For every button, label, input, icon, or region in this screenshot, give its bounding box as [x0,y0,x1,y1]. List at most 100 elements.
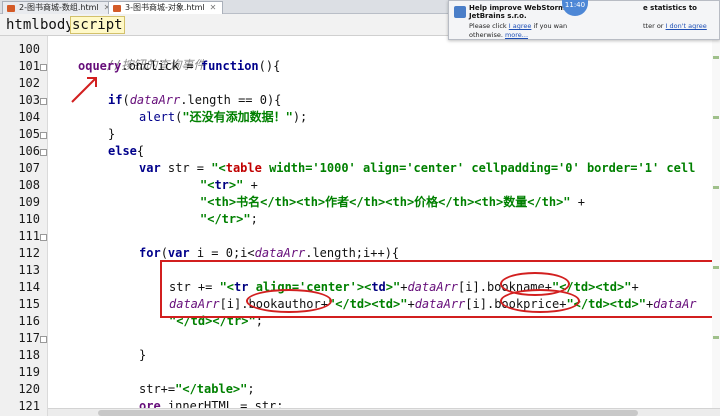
line-number: 103 [18,93,40,107]
highlight-oval-bookauthor [246,289,332,313]
highlight-box-annotation [160,260,720,318]
line-number: 101 [18,59,40,73]
notification-text-right-pre: tter or [643,22,664,30]
line-number: 115 [18,297,40,311]
code-text: { [136,144,145,158]
code-text: ( [122,93,130,107]
line-number: 109 [18,195,40,209]
string-literal: width='1000' align='center' cellpadding=… [261,161,696,175]
fold-toggle-icon[interactable] [40,336,47,343]
variable: dataArr [254,246,306,260]
code-text: .length;i++){ [305,246,400,260]
line-number: 116 [18,314,40,328]
fold-toggle-icon[interactable] [40,234,47,241]
code-text: .length == 0){ [180,93,282,107]
code-text: str+= [139,382,176,396]
string-literal: "< [200,178,215,192]
string-literal: "<th>书名</th><th>作者</th><th>价格</th><th>数量… [200,195,571,209]
string-literal: "</tr>" [200,212,251,226]
html-file-icon [113,5,121,12]
code-line-118: } [139,347,146,363]
code-line-105: } [108,126,115,142]
string-literal: "</table>" [175,382,248,396]
code-text: str = [160,161,212,175]
stripe-mark[interactable] [713,266,719,269]
line-number: 102 [18,76,40,90]
line-number: 104 [18,110,40,124]
code-line-104: alert("还没有添加数据！"); [139,109,307,125]
notification-text-right: tter or I don't agree [643,22,707,30]
fold-toggle-icon[interactable] [40,98,47,105]
variable: dataArr [129,93,181,107]
stripe-mark[interactable] [713,116,719,119]
code-editor[interactable]: 100 101 102 103 104 105 106 107 108 109 … [0,36,720,416]
line-number: 119 [18,365,40,379]
line-number: 106 [18,144,40,158]
scrollbar-thumb[interactable] [98,410,638,416]
code-line-106: else{ [108,143,144,159]
notification-title-right: e statistics to [643,4,697,12]
code-line-107: var str = "<table width='1000' align='ce… [139,160,695,176]
keyword: var [167,246,190,260]
stripe-mark[interactable] [713,186,719,189]
string-literal: >" [228,178,244,192]
fold-toggle-icon[interactable] [40,64,47,71]
html-file-icon [7,5,15,12]
code-line-108: "<tr>" + [200,177,258,193]
code-text: ; [247,382,255,396]
line-number: 105 [18,127,40,141]
stripe-mark[interactable] [713,56,719,59]
tab-object-html[interactable]: 3-图书商城-对象.html ✕ [108,1,224,14]
line-number: 118 [18,348,40,362]
code-text: ); [292,110,308,124]
line-number: 112 [18,246,40,260]
code-line-109: "<th>书名</th><th>作者</th><th>价格</th><th>数量… [200,194,585,210]
keyword: var [139,161,161,175]
more-link[interactable]: more... [505,31,528,39]
dont-agree-link[interactable]: I don't agree [666,22,707,30]
breadcrumb-html[interactable]: html [4,16,42,34]
line-number: 121 [18,399,40,413]
agree-link[interactable]: I agree [509,22,532,30]
string-literal: "还没有添加数据！" [182,110,293,124]
line-number: 114 [18,280,40,294]
webstorm-icon [454,6,466,18]
html-tag: table [225,161,262,175]
code-line-110: "</tr>"; [200,211,258,227]
tab-array-html[interactable]: 2-图书商城-数组.html ✕ [2,1,118,14]
stripe-mark[interactable] [713,336,719,339]
horizontal-scrollbar[interactable] [48,408,720,416]
keyword: if [108,93,123,107]
notification-text-end: otherwise. more... [469,31,528,39]
code-text: ( [160,246,168,260]
error-stripe [712,36,720,408]
notification-text-pre: Please click [469,22,507,30]
code-text: + [243,178,258,192]
highlight-oval-bookprice [500,289,580,313]
line-number: 100 [18,42,40,56]
notification-text-mid: if you wan [533,22,568,30]
close-icon[interactable]: ✕ [210,3,217,12]
code-line-112: for(var i = 0;i<dataArr.length;i++){ [139,245,399,261]
code-line-100: //按钮的查询事件 [78,41,205,72]
code-text: } [108,127,116,141]
code-text: ; [250,212,258,226]
line-number: 117 [18,331,40,345]
fold-toggle-icon[interactable] [40,149,47,156]
notification-text: Please click I agree if you wan [469,22,567,30]
tab-label: 3-图书商城-对象.html [125,3,205,12]
code-text: i = 0;i< [189,246,255,260]
code-text: (){ [258,59,281,73]
code-line-101: oquery.onclick = function(){ [78,58,280,74]
code-text: .onclick = [121,59,201,73]
notification-title: Help improve WebStorm by [469,4,578,12]
fold-toggle-icon[interactable] [40,132,47,139]
code-line-103: if(dataArr.length == 0){ [108,92,281,108]
code-text: + [570,195,585,209]
breadcrumb-script[interactable]: script [70,16,125,34]
html-tag: tr [214,178,229,192]
keyword: else [108,144,137,158]
string-literal: "< [211,161,226,175]
line-number: 120 [18,382,40,396]
identifier: oquery [78,59,122,73]
